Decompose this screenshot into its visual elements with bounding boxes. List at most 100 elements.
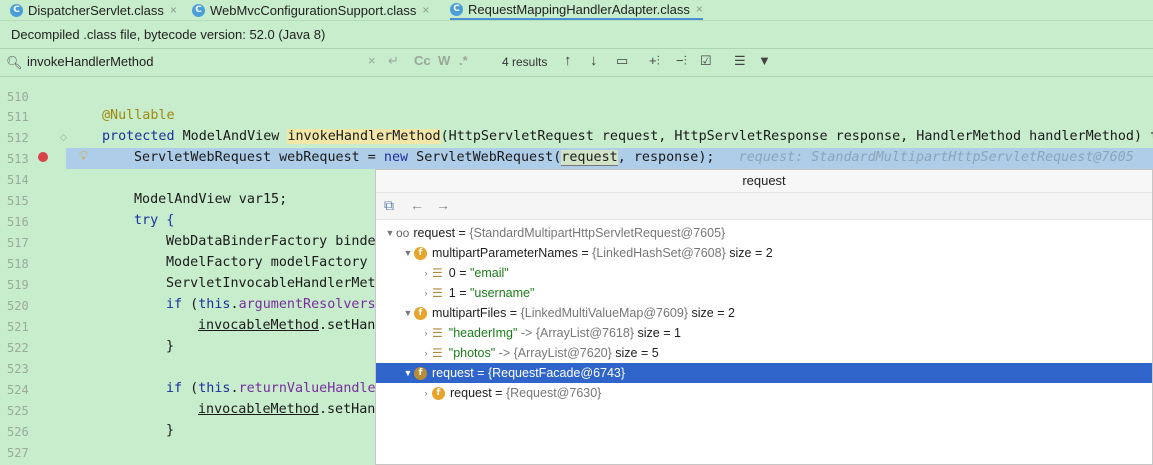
line-number: 510 bbox=[7, 90, 29, 104]
filter-icon[interactable]: ▼ bbox=[758, 53, 771, 68]
previous-occurrence-icon[interactable]: ↑ bbox=[564, 52, 572, 69]
tree-row[interactable]: › ☰ "photos" -> {ArrayList@7620} size = 5 bbox=[376, 343, 1152, 363]
class-icon: C bbox=[10, 3, 23, 17]
toggle-selection-icon[interactable]: ☑ bbox=[700, 53, 712, 69]
line-number: 511 bbox=[7, 110, 29, 124]
gutter: 510 511 512 513 514 515 516 517 518 519 … bbox=[0, 77, 67, 465]
class-icon: C bbox=[450, 2, 463, 16]
keyword: new bbox=[383, 150, 409, 165]
search-input[interactable]: invokeHandlerMethod bbox=[27, 54, 153, 69]
popup-title: request bbox=[376, 170, 1152, 193]
code-text: , response); bbox=[617, 150, 715, 165]
var-value: {ArrayList@7620} bbox=[513, 346, 612, 360]
collapsed-chevron-icon[interactable]: › bbox=[420, 288, 432, 298]
tree-row[interactable]: › f request = {Request@7630} bbox=[376, 383, 1152, 403]
var-value: {RequestFacade@6743} bbox=[487, 366, 626, 380]
new-line-icon[interactable]: ↵ bbox=[388, 53, 399, 69]
tree-row-selected[interactable]: ▼ f request = {RequestFacade@6743} bbox=[376, 363, 1152, 383]
words-toggle[interactable]: W bbox=[438, 53, 450, 68]
equals-sign: = bbox=[577, 246, 593, 260]
code-text: .setHan bbox=[318, 318, 376, 333]
search-results-count: 4 results bbox=[502, 55, 548, 69]
code-line-519: ServletInvocableHandlerMet bbox=[166, 276, 376, 291]
watch-glasses-icon: oo bbox=[396, 226, 410, 240]
code-text: ( bbox=[182, 297, 199, 312]
tree-row[interactable]: › ☰ 1 = "username" bbox=[376, 283, 1152, 303]
var-name: 1 bbox=[448, 286, 456, 300]
select-all-occurrences-icon[interactable]: ▭ bbox=[616, 53, 628, 69]
forward-arrow-icon[interactable]: → bbox=[436, 197, 450, 213]
fold-marker-icon[interactable]: ◇ bbox=[60, 133, 67, 143]
close-icon[interactable]: × bbox=[696, 2, 703, 16]
hovered-variable[interactable]: request bbox=[561, 150, 618, 166]
field-name: returnValueHandle bbox=[238, 381, 376, 396]
filter-options-icon[interactable]: ☰ bbox=[734, 53, 746, 69]
search-bar: 🔍︎ invokeHandlerMethod × ↵ Cc W .* 4 res… bbox=[0, 49, 1153, 77]
code-line-515: ModelAndView var15; bbox=[134, 192, 288, 207]
keyword: if bbox=[166, 297, 183, 312]
code-text: (HttpServletRequest request, HttpServlet… bbox=[440, 129, 1153, 144]
tab-request-mapping-handler-adapter[interactable]: C RequestMappingHandlerAdapter.class × bbox=[450, 0, 703, 20]
tab-webmvc-configuration-support[interactable]: C WebMvcConfigurationSupport.class × bbox=[192, 0, 429, 20]
match-case-toggle[interactable]: Cc bbox=[414, 53, 431, 68]
code-line-511: @Nullable bbox=[102, 108, 175, 123]
collapsed-chevron-icon[interactable]: › bbox=[420, 328, 432, 338]
keyword: if bbox=[166, 381, 183, 396]
tree-row[interactable]: ▼ f multipartFiles = {LinkedMultiValueMap@… bbox=[376, 303, 1152, 323]
code-text: . bbox=[230, 381, 239, 396]
expand-chevron-icon[interactable]: ▼ bbox=[402, 308, 414, 318]
back-arrow-icon[interactable]: ← bbox=[410, 197, 424, 213]
decompiled-banner: Decompiled .class file, bytecode version… bbox=[0, 21, 1153, 49]
tree-row[interactable]: › ☰ 0 = "email" bbox=[376, 263, 1152, 283]
search-icon[interactable]: 🔍︎ bbox=[6, 55, 23, 71]
line-number: 524 bbox=[7, 383, 29, 397]
navigate-icon[interactable]: ⧉ bbox=[384, 197, 394, 214]
code-line-516: try { bbox=[134, 213, 175, 228]
map-arrow: -> bbox=[498, 346, 511, 360]
collapsed-chevron-icon[interactable]: › bbox=[420, 348, 432, 358]
collapsed-chevron-icon[interactable]: › bbox=[420, 268, 432, 278]
collapsed-chevron-icon[interactable]: › bbox=[420, 388, 432, 398]
keyword: this bbox=[198, 381, 231, 396]
close-icon[interactable]: × bbox=[170, 3, 177, 17]
field-icon: f bbox=[414, 366, 427, 380]
tab-label: RequestMappingHandlerAdapter.class bbox=[468, 1, 690, 17]
line-number: 523 bbox=[7, 362, 29, 376]
code-line-524: if (this.returnValueHandle bbox=[166, 381, 376, 396]
map-arrow: -> bbox=[520, 326, 533, 340]
var-name: "headerImg" bbox=[448, 326, 518, 340]
code-text: ModelAndView bbox=[174, 129, 288, 144]
keyword: protected bbox=[102, 129, 175, 144]
list-item-icon: ☰ bbox=[432, 286, 443, 300]
intention-bulb-icon[interactable]: 💡︎ bbox=[79, 149, 88, 164]
var-size: size = 5 bbox=[615, 346, 659, 360]
tab-dispatcher-servlet[interactable]: C DispatcherServlet.class × bbox=[10, 0, 177, 20]
field-icon: f bbox=[432, 386, 445, 400]
expand-chevron-icon[interactable]: ▼ bbox=[402, 368, 414, 378]
line-number: 525 bbox=[7, 404, 29, 418]
line-number: 512 bbox=[7, 131, 29, 145]
equals-sign: = bbox=[491, 386, 506, 400]
variable-value-popup: request ⧉ ← → ▼ oo request = {StandardMult… bbox=[375, 169, 1153, 465]
clear-search-icon[interactable]: × bbox=[368, 53, 376, 68]
expand-chevron-icon[interactable]: ▼ bbox=[384, 228, 396, 238]
line-number: 518 bbox=[7, 257, 29, 271]
regex-toggle[interactable]: .* bbox=[459, 53, 468, 68]
var-name: "photos" bbox=[448, 346, 496, 360]
line-number: 517 bbox=[7, 236, 29, 250]
expand-chevron-icon[interactable]: ▼ bbox=[402, 248, 414, 258]
var-name: request bbox=[450, 386, 492, 400]
var-name: multipartParameterNames bbox=[432, 246, 578, 260]
tree-row[interactable]: › ☰ "headerImg" -> {ArrayList@7618} size =… bbox=[376, 323, 1152, 343]
close-icon[interactable]: × bbox=[422, 3, 429, 17]
tree-row[interactable]: ▼ f multipartParameterNames = {LinkedHashS… bbox=[376, 243, 1152, 263]
equals-sign: = bbox=[455, 286, 470, 300]
line-number: 516 bbox=[7, 215, 29, 229]
add-selection-icon[interactable]: +⫶ bbox=[649, 53, 660, 69]
next-occurrence-icon[interactable]: ↓ bbox=[590, 52, 598, 69]
tree-row[interactable]: ▼ oo request = {StandardMultipartHttpServl… bbox=[376, 223, 1152, 243]
remove-selection-icon[interactable]: −⫶ bbox=[676, 53, 687, 69]
breakpoint-icon[interactable] bbox=[38, 152, 48, 162]
line-number: 513 bbox=[7, 152, 29, 166]
field-icon: f bbox=[414, 306, 427, 320]
